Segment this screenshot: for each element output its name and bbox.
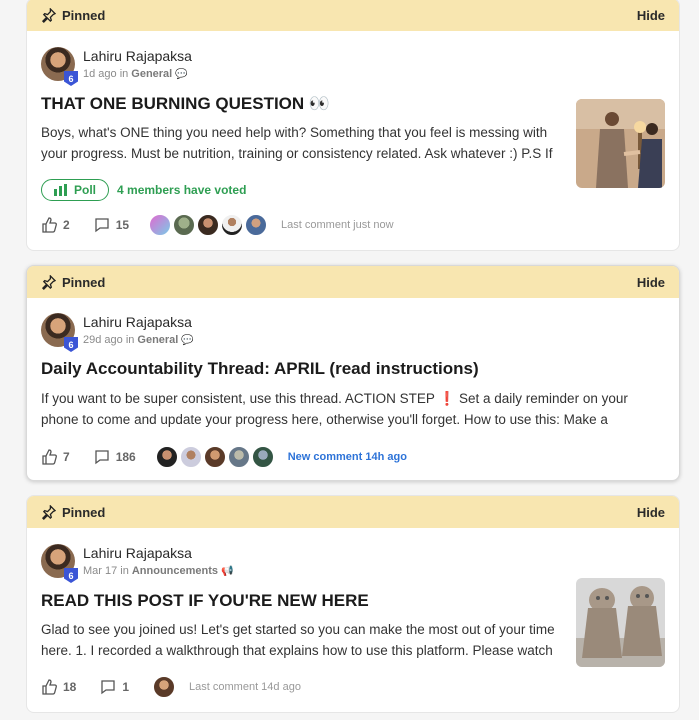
avatar[interactable]: 6	[41, 313, 78, 352]
pinned-label: Pinned	[62, 7, 106, 23]
commenter-avatar[interactable]	[155, 446, 178, 468]
like-count: 7	[63, 450, 70, 464]
statues-photo-icon	[576, 578, 665, 667]
poll-row[interactable]: Poll 4 members have voted	[41, 179, 246, 201]
author-name[interactable]: Lahiru Rajapaksa	[83, 314, 194, 330]
comment-count: 186	[115, 450, 136, 464]
megaphone-icon: 📢	[221, 565, 234, 577]
commenter-avatars	[155, 446, 274, 468]
comment-button[interactable]: 186	[94, 449, 136, 465]
post-card[interactable]: Pinned Hide 6 Lahiru Rajapaksa Mar 17 in…	[26, 495, 680, 713]
category-link[interactable]: Announcements	[132, 565, 218, 577]
pin-icon	[41, 7, 56, 23]
level-badge: 6	[64, 337, 78, 352]
poll-votes: 4 members have voted	[117, 183, 247, 197]
like-count: 18	[63, 680, 77, 694]
commenter-avatar[interactable]	[149, 214, 172, 236]
like-button[interactable]: 18	[41, 679, 76, 695]
hide-button[interactable]: Hide	[637, 275, 665, 290]
thumbs-up-icon	[42, 449, 57, 465]
poll-label: Poll	[74, 183, 97, 197]
hide-button[interactable]: Hide	[637, 505, 665, 520]
author-block: 6 Lahiru Rajapaksa 1d ago in General 💬	[41, 47, 192, 86]
pinned-bar: Pinned Hide	[27, 496, 679, 528]
bar-chart-icon	[54, 184, 67, 196]
like-count: 2	[63, 218, 70, 232]
commenter-avatar[interactable]	[197, 214, 220, 236]
pinned-label: Pinned	[62, 274, 106, 290]
post-time: 29d ago in	[83, 334, 135, 346]
last-comment: Last comment just now	[281, 219, 394, 231]
post-body[interactable]: Boys, what's ONE thing you need help wit…	[41, 122, 563, 164]
pin-icon	[41, 504, 56, 520]
comment-icon	[95, 450, 109, 465]
post-footer: 7 186 New comment 14h ago	[41, 446, 407, 468]
pinned-label: Pinned	[62, 504, 106, 520]
post-thumbnail[interactable]	[576, 578, 665, 667]
post-title[interactable]: READ THIS POST IF YOU'RE NEW HERE	[41, 591, 369, 611]
category-link[interactable]: General	[131, 68, 172, 80]
comment-icon	[95, 218, 109, 233]
post-footer: 2 15 Last comment just now	[41, 214, 394, 236]
author-name[interactable]: Lahiru Rajapaksa	[83, 545, 234, 561]
post-thumbnail[interactable]	[576, 99, 665, 188]
speech-bubble-icon: 💬	[181, 334, 194, 346]
commenter-avatar[interactable]	[227, 446, 250, 468]
poll-button[interactable]: Poll	[41, 179, 110, 201]
pinned-bar: Pinned Hide	[27, 266, 679, 298]
post-title[interactable]: Daily Accountability Thread: APRIL (read…	[41, 359, 479, 379]
last-comment: Last comment 14d ago	[189, 681, 301, 693]
post-card[interactable]: Pinned Hide 6 Lahiru Rajapaksa 1d ago in…	[26, 0, 680, 251]
post-time: 1d ago in	[83, 68, 129, 80]
handshake-photo-icon	[576, 99, 665, 188]
speech-bubble-icon: 💬	[175, 68, 188, 80]
commenter-avatar[interactable]	[173, 214, 196, 236]
comment-button[interactable]: 15	[94, 217, 129, 233]
avatar[interactable]: 6	[41, 544, 78, 583]
author-name[interactable]: Lahiru Rajapaksa	[83, 48, 192, 64]
post-card[interactable]: Pinned Hide 6 Lahiru Rajapaksa 29d ago i…	[26, 265, 680, 481]
pin-icon	[41, 274, 56, 290]
commenter-avatar[interactable]	[153, 676, 176, 698]
commenter-avatar[interactable]	[203, 446, 226, 468]
thumbs-up-icon	[42, 217, 57, 233]
post-title[interactable]: THAT ONE BURNING QUESTION 👀	[41, 94, 330, 114]
pinned-bar: Pinned Hide	[27, 0, 679, 31]
new-comment-link[interactable]: New comment 14h ago	[288, 451, 407, 463]
author-block: 6 Lahiru Rajapaksa Mar 17 in Announcemen…	[41, 544, 234, 583]
commenter-avatar[interactable]	[221, 214, 244, 236]
commenter-avatars	[153, 676, 176, 698]
like-button[interactable]: 2	[41, 217, 70, 233]
avatar[interactable]: 6	[41, 47, 78, 86]
commenter-avatars	[149, 214, 268, 236]
hide-button[interactable]: Hide	[637, 8, 665, 23]
level-badge: 6	[64, 71, 78, 86]
post-body[interactable]: If you want to be super consistent, use …	[41, 388, 651, 430]
level-badge: 6	[64, 568, 78, 583]
author-block: 6 Lahiru Rajapaksa 29d ago in General 💬	[41, 313, 194, 352]
thumbs-up-icon	[42, 679, 57, 695]
category-link[interactable]: General	[137, 334, 178, 346]
comment-button[interactable]: 1	[100, 679, 129, 695]
commenter-avatar[interactable]	[251, 446, 274, 468]
comment-count: 15	[115, 218, 130, 232]
comment-icon	[101, 680, 116, 695]
commenter-avatar[interactable]	[179, 446, 202, 468]
comment-count: 1	[122, 680, 130, 694]
like-button[interactable]: 7	[41, 449, 70, 465]
post-footer: 18 1 Last comment 14d ago	[41, 676, 301, 698]
post-body[interactable]: Glad to see you joined us! Let's get sta…	[41, 619, 563, 661]
post-time: Mar 17 in	[83, 565, 129, 577]
commenter-avatar[interactable]	[245, 214, 268, 236]
